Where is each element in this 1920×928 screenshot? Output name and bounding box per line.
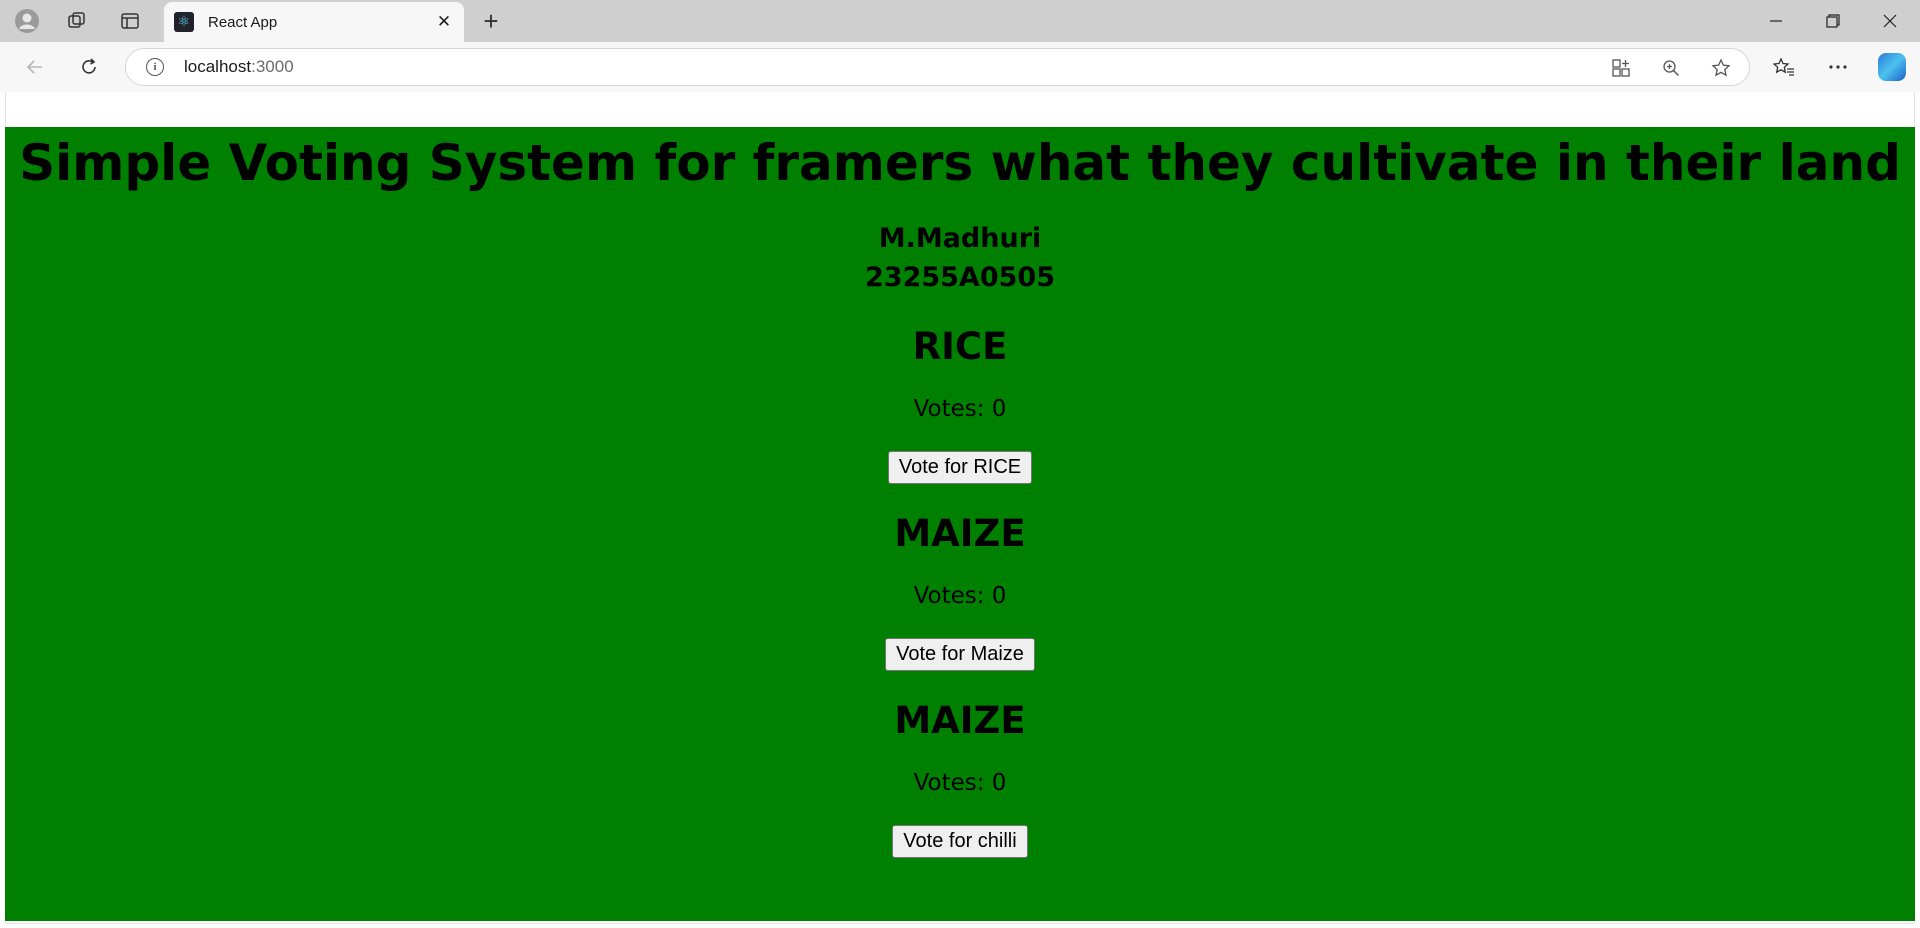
page-title: Simple Voting System for framers what th…: [19, 134, 1901, 192]
address-bar[interactable]: i localhost:3000: [125, 48, 1750, 86]
vote-count: Votes: 0: [913, 770, 1007, 797]
workspaces-icon[interactable]: [62, 6, 92, 36]
star-icon[interactable]: [1706, 53, 1736, 83]
vote-chilli-button[interactable]: Vote for chilli: [892, 824, 1028, 858]
vote-count: Votes: 0: [913, 396, 1007, 423]
student-name: M.Madhuri: [878, 222, 1042, 254]
copilot-icon[interactable]: [1878, 53, 1906, 81]
crop-card: MAIZE Votes: 0 Vote for Maize: [5, 511, 1915, 671]
favorites-icon[interactable]: [1768, 52, 1800, 82]
crop-name: RICE: [912, 324, 1008, 368]
react-logo-icon: ⚛: [174, 12, 194, 32]
restore-button[interactable]: [1811, 6, 1855, 36]
more-icon[interactable]: [1822, 52, 1854, 82]
new-tab-button[interactable]: +: [476, 6, 506, 36]
browser-toolbar: i localhost:3000: [0, 42, 1920, 92]
app-view-icon[interactable]: [1606, 53, 1636, 83]
tab-actions-icon[interactable]: [115, 6, 145, 36]
tab-title: React App: [208, 13, 278, 31]
profile-icon[interactable]: [12, 6, 42, 36]
crop-card: MAIZE Votes: 0 Vote for chilli: [5, 698, 1915, 858]
vote-count: Votes: 0: [913, 583, 1007, 610]
voting-app: Simple Voting System for framers what th…: [5, 127, 1915, 921]
browser-tab[interactable]: ⚛ React App ✕: [164, 2, 464, 42]
refresh-icon[interactable]: [74, 52, 104, 82]
url-text: localhost:3000: [184, 57, 294, 76]
back-icon[interactable]: [20, 52, 50, 82]
student-id: 23255A0505: [865, 261, 1055, 293]
close-tab-icon[interactable]: ✕: [430, 8, 458, 36]
vote-rice-button[interactable]: Vote for RICE: [887, 450, 1033, 484]
browser-titlebar: ⚛ React App ✕ +: [0, 0, 1920, 42]
info-icon[interactable]: i: [146, 58, 164, 76]
vote-maize-button[interactable]: Vote for Maize: [885, 637, 1035, 671]
crop-name: MAIZE: [894, 698, 1026, 742]
zoom-icon[interactable]: [1656, 53, 1686, 83]
minimize-button[interactable]: [1754, 6, 1798, 36]
crop-card: RICE Votes: 0 Vote for RICE: [5, 324, 1915, 484]
student-info: M.Madhuri 23255A0505: [5, 219, 1915, 297]
crop-name: MAIZE: [894, 511, 1026, 555]
close-window-button[interactable]: [1868, 6, 1912, 36]
